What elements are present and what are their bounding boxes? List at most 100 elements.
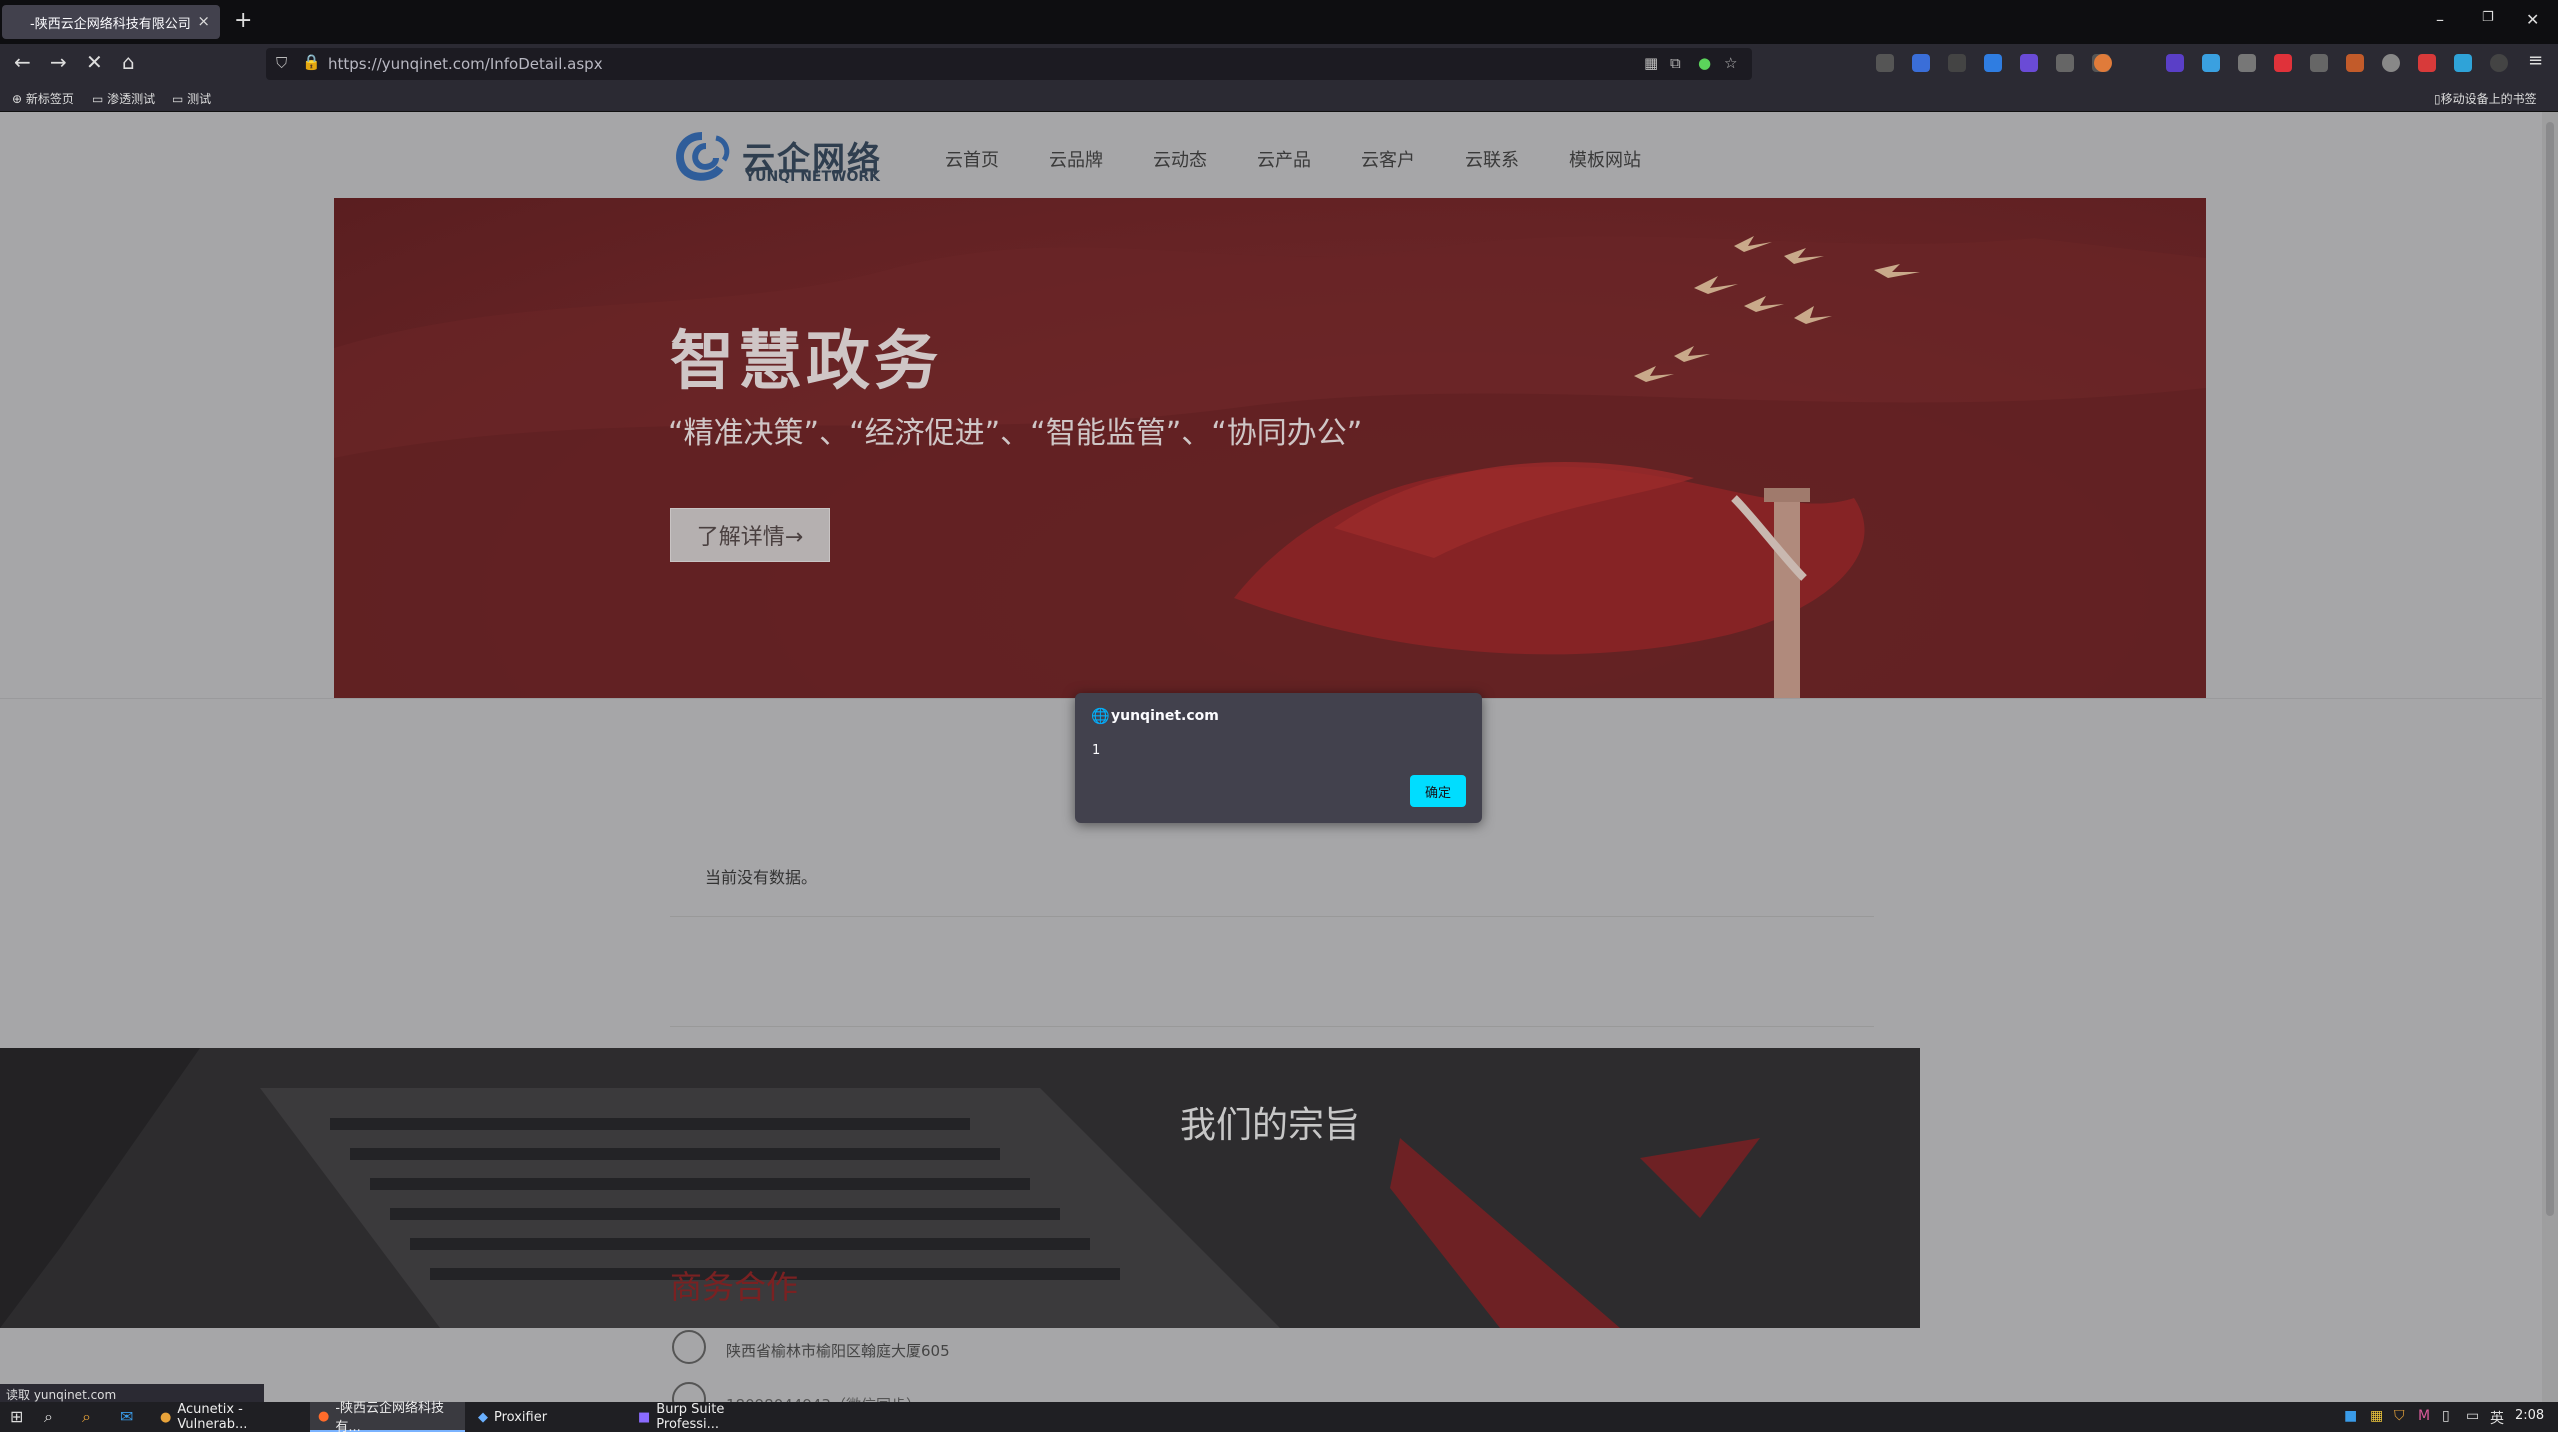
site-status-icon[interactable]: ● — [1698, 54, 1711, 72]
nav-contact[interactable]: 云联系 — [1465, 146, 1519, 172]
scrollbar-thumb[interactable] — [2546, 122, 2554, 1216]
business-title: 商务合作 — [670, 1268, 799, 1306]
extension-icon[interactable] — [2094, 54, 2112, 72]
site-header: 云企网络 YUNQI NETWORK 云首页 云品牌 云动态 云产品 云客户 云… — [0, 112, 2542, 198]
chrome-icon: ● — [160, 1409, 172, 1425]
extension-icon[interactable] — [1912, 54, 1930, 72]
extension-icon[interactable] — [1876, 54, 1894, 72]
nav-templates[interactable]: 模板网站 — [1569, 146, 1641, 172]
extension-icon[interactable] — [2166, 54, 2184, 72]
nav-products[interactable]: 云产品 — [1257, 146, 1311, 172]
battery-icon[interactable]: ▯ — [2442, 1408, 2450, 1424]
taskbar-app-label: Acunetix - Vulnerab... — [177, 1402, 248, 1432]
firefox-icon: ● — [318, 1408, 330, 1424]
taskbar-app-acunetix[interactable]: ● Acunetix - Vulnerab... — [152, 1402, 307, 1432]
proxifier-icon: ◆ — [478, 1409, 488, 1425]
tray-icon[interactable]: ■ — [2344, 1408, 2357, 1424]
stop-loading-icon[interactable]: ✕ — [86, 50, 103, 74]
bookmark-newtab[interactable]: ⊕ 新标签页 — [12, 90, 74, 107]
extension-icon[interactable] — [2020, 54, 2038, 72]
extension-icon[interactable] — [2202, 54, 2220, 72]
new-tab-button[interactable]: + — [234, 8, 252, 33]
divider — [670, 1026, 1874, 1027]
windows-start-icon[interactable]: ⊞ — [10, 1407, 23, 1426]
banner-subtitle: “精准决策”、“经济促进”、“智能监管”、“协同办公” — [668, 416, 1363, 451]
logo-cloud-icon[interactable] — [672, 130, 734, 182]
taskbar-app-proxifier[interactable]: ◆ Proxifier — [470, 1402, 625, 1432]
os-taskbar: ⊞ ⌕ ⌕ ✉ ● Acunetix - Vulnerab... ● -陕西云企… — [0, 1401, 2558, 1432]
laptop-background — [0, 1048, 1920, 1328]
extension-icon[interactable] — [2382, 54, 2400, 72]
taskbar-app-label: -陕西云企网络科技有... — [335, 1401, 445, 1432]
adblock-icon[interactable] — [2274, 54, 2292, 72]
extension-icon[interactable] — [2238, 54, 2256, 72]
home-icon[interactable]: ⌂ — [122, 50, 135, 74]
extension-icon[interactable] — [2310, 54, 2328, 72]
restore-button[interactable]: ❐ — [2482, 10, 2494, 25]
tab-close-icon[interactable]: × — [197, 12, 210, 30]
bookmark-folder-pentest[interactable]: ▭ 渗透测试 — [92, 90, 155, 107]
forward-icon[interactable]: → — [50, 50, 67, 74]
alert-dialog: 🌐 yunqinet.com 1 确定 — [1075, 693, 1482, 823]
extension-icon[interactable] — [2418, 54, 2436, 72]
back-icon[interactable]: ← — [14, 50, 31, 74]
banner-title: 智慧政务 — [670, 325, 942, 399]
extension-icon[interactable] — [2346, 54, 2364, 72]
extension-icon[interactable] — [2490, 54, 2508, 72]
translate-icon[interactable]: ⧉ — [1670, 54, 1681, 72]
menu-icon[interactable]: ≡ — [2528, 50, 2543, 71]
vertical-scrollbar[interactable] — [2542, 112, 2558, 1402]
extension-icon[interactable] — [2056, 54, 2074, 72]
extension-icon[interactable] — [2454, 54, 2472, 72]
ime-indicator[interactable]: 英 — [2490, 1408, 2504, 1428]
globe-icon: 🌐 — [1091, 707, 1110, 725]
taskbar-app-label: Burp Suite Professi... — [656, 1402, 725, 1432]
qr-code-icon[interactable]: ▦ — [1644, 54, 1658, 72]
tab-title: -陕西云企网络科技有限公司 — [30, 16, 191, 32]
clock[interactable]: 2:08 — [2515, 1408, 2544, 1423]
nav-news[interactable]: 云动态 — [1153, 146, 1207, 172]
taskbar-app-burp[interactable]: ■ Burp Suite Professi... — [630, 1402, 785, 1432]
bookmark-star-icon[interactable]: ☆ — [1724, 54, 1737, 72]
status-bar-text: 读取 yunqinet.com — [0, 1384, 264, 1402]
mission-section: 我们的宗旨 — [0, 1048, 1920, 1328]
minimize-button[interactable]: – — [2436, 10, 2444, 29]
url-text[interactable]: https://yunqinet.com/InfoDetail.aspx — [328, 55, 603, 73]
empty-state-text: 当前没有数据。 — [705, 868, 818, 887]
phone-icon — [672, 1382, 706, 1402]
shield-icon[interactable]: ⛉ — [276, 54, 287, 72]
lock-icon[interactable]: 🔒 — [302, 53, 321, 71]
phone-text: 18098044943（微信同步） — [726, 1394, 921, 1402]
nav-brand[interactable]: 云品牌 — [1049, 146, 1103, 172]
mobile-bookmarks[interactable]: ▯移动设备上的书签 — [2434, 90, 2537, 107]
tray-icon[interactable]: ▦ — [2370, 1408, 2383, 1424]
extension-icon[interactable] — [1948, 54, 1966, 72]
mail-icon[interactable]: ✉ — [120, 1407, 133, 1426]
address-text: 陕西省榆林市榆阳区翰庭大厦605 — [726, 1342, 950, 1360]
tab-bar: -陕西云企网络科技有限公司 × + – ❐ ✕ — [0, 0, 2558, 44]
tab-active[interactable]: -陕西云企网络科技有限公司 × — [2, 5, 220, 39]
hero-banner: 智慧政务 “精准决策”、“经济促进”、“智能监管”、“协同办公” 了解详情→ — [334, 198, 2206, 698]
close-window-button[interactable]: ✕ — [2526, 10, 2539, 29]
address-bar[interactable]: ⛉ 🔒 https://yunqinet.com/InfoDetail.aspx… — [266, 48, 1752, 80]
bookmark-folder-test[interactable]: ▭ 测试 — [172, 90, 211, 107]
logo-subtext: YUNQI NETWORK — [745, 169, 881, 185]
burp-icon: ■ — [638, 1409, 651, 1425]
search-icon[interactable]: ⌕ — [44, 1407, 53, 1427]
extension-icon[interactable] — [1984, 54, 2002, 72]
tray-icon[interactable]: M — [2418, 1408, 2430, 1424]
divider — [670, 916, 1874, 917]
location-pin-icon — [672, 1330, 706, 1364]
taskbar-app-label: Proxifier — [494, 1409, 548, 1425]
learn-more-button[interactable]: 了解详情→ — [670, 508, 830, 562]
shield-icon[interactable]: ⛉ — [2394, 1408, 2405, 1424]
bookmarks-bar: ⊕ 新标签页 ▭ 渗透测试 ▭ 测试 ▯移动设备上的书签 — [0, 84, 2558, 112]
mission-title: 我们的宗旨 — [1180, 1105, 1361, 1146]
alert-message: 1 — [1092, 743, 1101, 758]
nav-home[interactable]: 云首页 — [945, 146, 999, 172]
nav-clients[interactable]: 云客户 — [1361, 146, 1415, 172]
search-app-icon[interactable]: ⌕ — [82, 1407, 91, 1427]
network-icon[interactable]: ▭ — [2466, 1408, 2479, 1424]
taskbar-app-firefox[interactable]: ● -陕西云企网络科技有... — [310, 1401, 465, 1432]
alert-ok-button[interactable]: 确定 — [1410, 775, 1466, 807]
